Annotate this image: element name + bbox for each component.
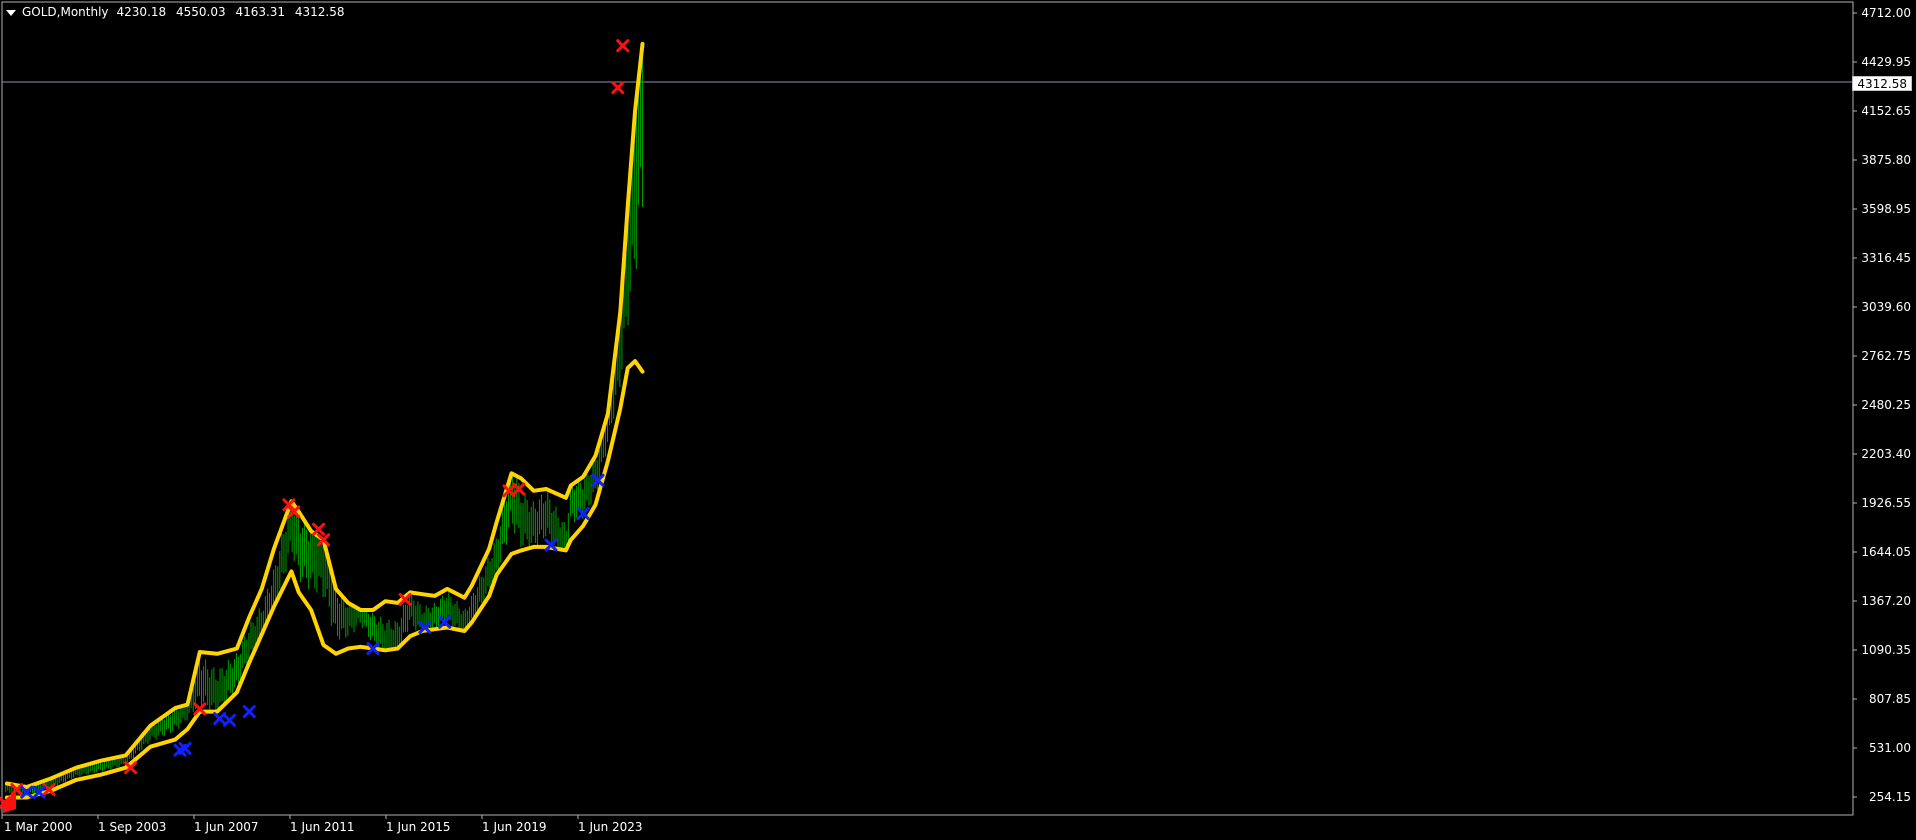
sell-marker bbox=[616, 39, 630, 53]
time-tick-label: 1 Sep 2003 bbox=[98, 820, 167, 834]
time-tick-label: 1 Jun 2007 bbox=[194, 820, 259, 834]
price-tick-label: 807.85 bbox=[1869, 692, 1911, 706]
chart-header: GOLD,Monthly 4230.18 4550.03 4163.31 431… bbox=[6, 4, 345, 20]
ohlc-low: 4163.31 bbox=[235, 5, 286, 19]
plot-frame bbox=[1, 1, 1854, 816]
buy-marker bbox=[242, 705, 256, 719]
price-tick-label: 4429.95 bbox=[1861, 55, 1911, 69]
ohlc-close: 4312.58 bbox=[294, 5, 345, 19]
price-tick-label: 2762.75 bbox=[1861, 349, 1911, 363]
price-tick-label: 2480.25 bbox=[1861, 398, 1911, 412]
price-tick-label: 4712.00 bbox=[1861, 6, 1911, 20]
symbol-timeframe-label: GOLD,Monthly bbox=[22, 5, 109, 19]
time-tick-label: 1 Mar 2000 bbox=[4, 820, 73, 834]
symbol-title: GOLD,Monthly bbox=[6, 4, 109, 20]
current-price-tag: 4312.58 bbox=[1852, 76, 1912, 91]
time-tick-label: 1 Jun 2015 bbox=[386, 820, 451, 834]
chart-canvas[interactable] bbox=[0, 0, 1916, 840]
upper-band-line bbox=[4, 41, 645, 789]
price-tick-label: 1090.35 bbox=[1861, 643, 1911, 657]
buy-marker bbox=[223, 713, 237, 727]
price-tick-label: 1926.55 bbox=[1861, 496, 1911, 510]
ohlc-open: 4230.18 bbox=[116, 5, 167, 19]
time-tick-label: 1 Jun 2023 bbox=[578, 820, 643, 834]
price-tick-label: 2203.40 bbox=[1861, 447, 1911, 461]
time-tick-label: 1 Jun 2019 bbox=[482, 820, 547, 834]
sell-marker bbox=[611, 81, 625, 95]
price-tick-label: 1367.20 bbox=[1861, 594, 1911, 608]
chart-window[interactable]: GOLD,Monthly 4230.18 4550.03 4163.31 431… bbox=[0, 0, 1916, 840]
price-tick-label: 531.00 bbox=[1869, 741, 1911, 755]
price-tick-label: 3875.80 bbox=[1861, 153, 1911, 167]
price-tick-label: 3039.60 bbox=[1861, 300, 1911, 314]
price-tick-label: 1644.05 bbox=[1861, 545, 1911, 559]
price-tick-label: 3598.95 bbox=[1861, 202, 1911, 216]
ohlc-values: 4230.18 4550.03 4163.31 4312.58 bbox=[117, 4, 345, 20]
price-tick-label: 254.15 bbox=[1869, 790, 1911, 804]
price-tick-label: 4152.65 bbox=[1861, 104, 1911, 118]
time-tick-label: 1 Jun 2011 bbox=[290, 820, 355, 834]
price-tick-label: 3316.45 bbox=[1861, 251, 1911, 265]
triangle-down-icon[interactable] bbox=[6, 10, 16, 16]
sell-marker bbox=[312, 522, 326, 536]
ohlc-high: 4550.03 bbox=[175, 5, 226, 19]
